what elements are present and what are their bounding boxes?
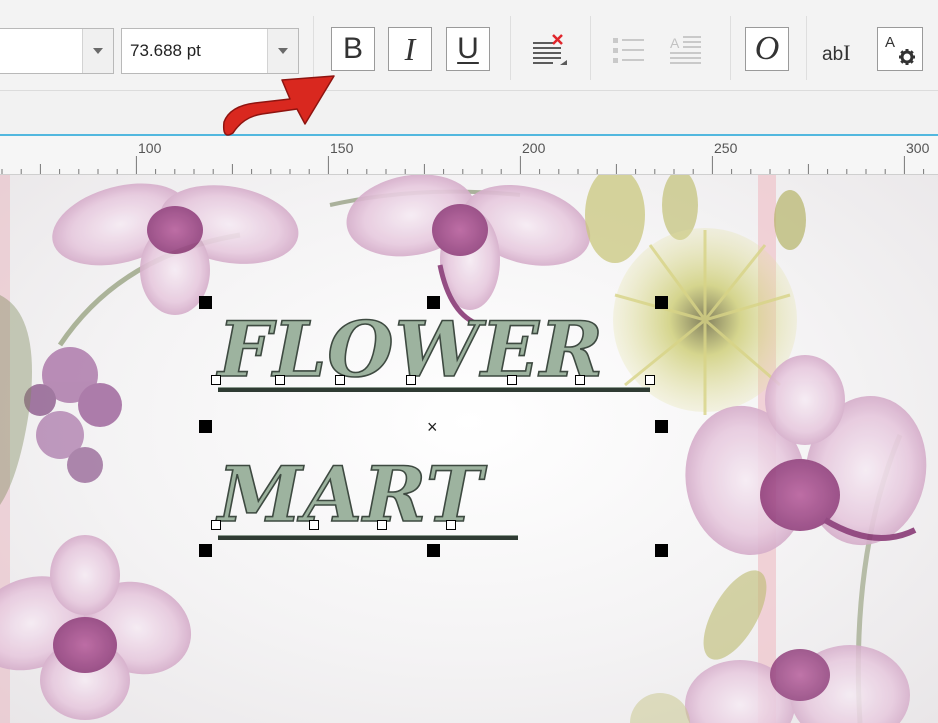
text-properties-button[interactable]: A — [877, 27, 923, 71]
toolbar-separator — [313, 16, 314, 80]
ruler-label: 150 — [330, 140, 354, 156]
ruler-label: 200 — [522, 140, 546, 156]
toolbar-separator — [590, 16, 591, 80]
gear-icon — [899, 49, 915, 65]
artistic-text-line[interactable]: MART — [217, 456, 483, 534]
ruler-label: 300 — [906, 140, 930, 156]
uppercase-icon: O — [754, 30, 780, 67]
italic-icon: I — [404, 31, 416, 67]
selection-handle[interactable] — [199, 296, 212, 309]
text-toolbar: 73.688 pt B I U A O abI A — [0, 0, 938, 91]
text-edit-icon[interactable]: abI — [822, 40, 850, 66]
selection-handle[interactable] — [655, 544, 668, 557]
character-node[interactable] — [575, 375, 585, 385]
toolbar-separator — [806, 16, 807, 80]
dropdown-icon[interactable] — [267, 29, 298, 73]
text-edit-label: ab — [822, 44, 844, 65]
character-node[interactable] — [377, 520, 387, 530]
font-size-combobox[interactable]: 73.688 pt — [121, 28, 299, 74]
character-node[interactable] — [335, 375, 345, 385]
svg-text:A: A — [670, 35, 680, 51]
ruler-label: 250 — [714, 140, 738, 156]
character-node[interactable] — [211, 375, 221, 385]
character-node[interactable] — [645, 375, 655, 385]
toolbar-separator — [510, 16, 511, 80]
character-node[interactable] — [309, 520, 319, 530]
dropdown-icon[interactable] — [82, 29, 113, 73]
ruler-label: 100 — [138, 140, 162, 156]
selection-handle[interactable] — [655, 296, 668, 309]
selection-handle[interactable] — [427, 544, 440, 557]
toolbar-separator — [730, 16, 731, 80]
character-node[interactable] — [446, 520, 456, 530]
text-properties-label: A — [885, 34, 896, 51]
remove-formatting-icon[interactable] — [531, 32, 571, 72]
font-family-combobox[interactable] — [0, 28, 114, 74]
bullet-list-icon[interactable] — [611, 34, 647, 68]
selection-handle[interactable] — [199, 420, 212, 433]
horizontal-ruler[interactable]: 100 150 200 250 300 — [0, 136, 938, 175]
drawing-canvas[interactable]: FLOWER MART × — [0, 175, 938, 723]
character-node[interactable] — [275, 375, 285, 385]
character-node[interactable] — [507, 375, 517, 385]
uppercase-button[interactable]: O — [745, 27, 789, 71]
selection-handle[interactable] — [199, 544, 212, 557]
text-underline — [218, 535, 518, 540]
selection-handle[interactable] — [427, 296, 440, 309]
selection-handle[interactable] — [655, 420, 668, 433]
underline-button[interactable]: U — [446, 27, 490, 71]
bold-icon: B — [342, 32, 363, 65]
flower-background-image — [0, 175, 927, 723]
character-node[interactable] — [406, 375, 416, 385]
underline-icon: U — [457, 32, 479, 65]
bold-button[interactable]: B — [331, 27, 375, 71]
rotation-center-marker[interactable]: × — [427, 418, 438, 436]
drop-cap-icon[interactable]: A — [668, 33, 704, 69]
font-size-value: 73.688 pt — [130, 41, 201, 60]
italic-button[interactable]: I — [388, 27, 432, 71]
character-node[interactable] — [211, 520, 221, 530]
text-underline — [218, 387, 650, 392]
